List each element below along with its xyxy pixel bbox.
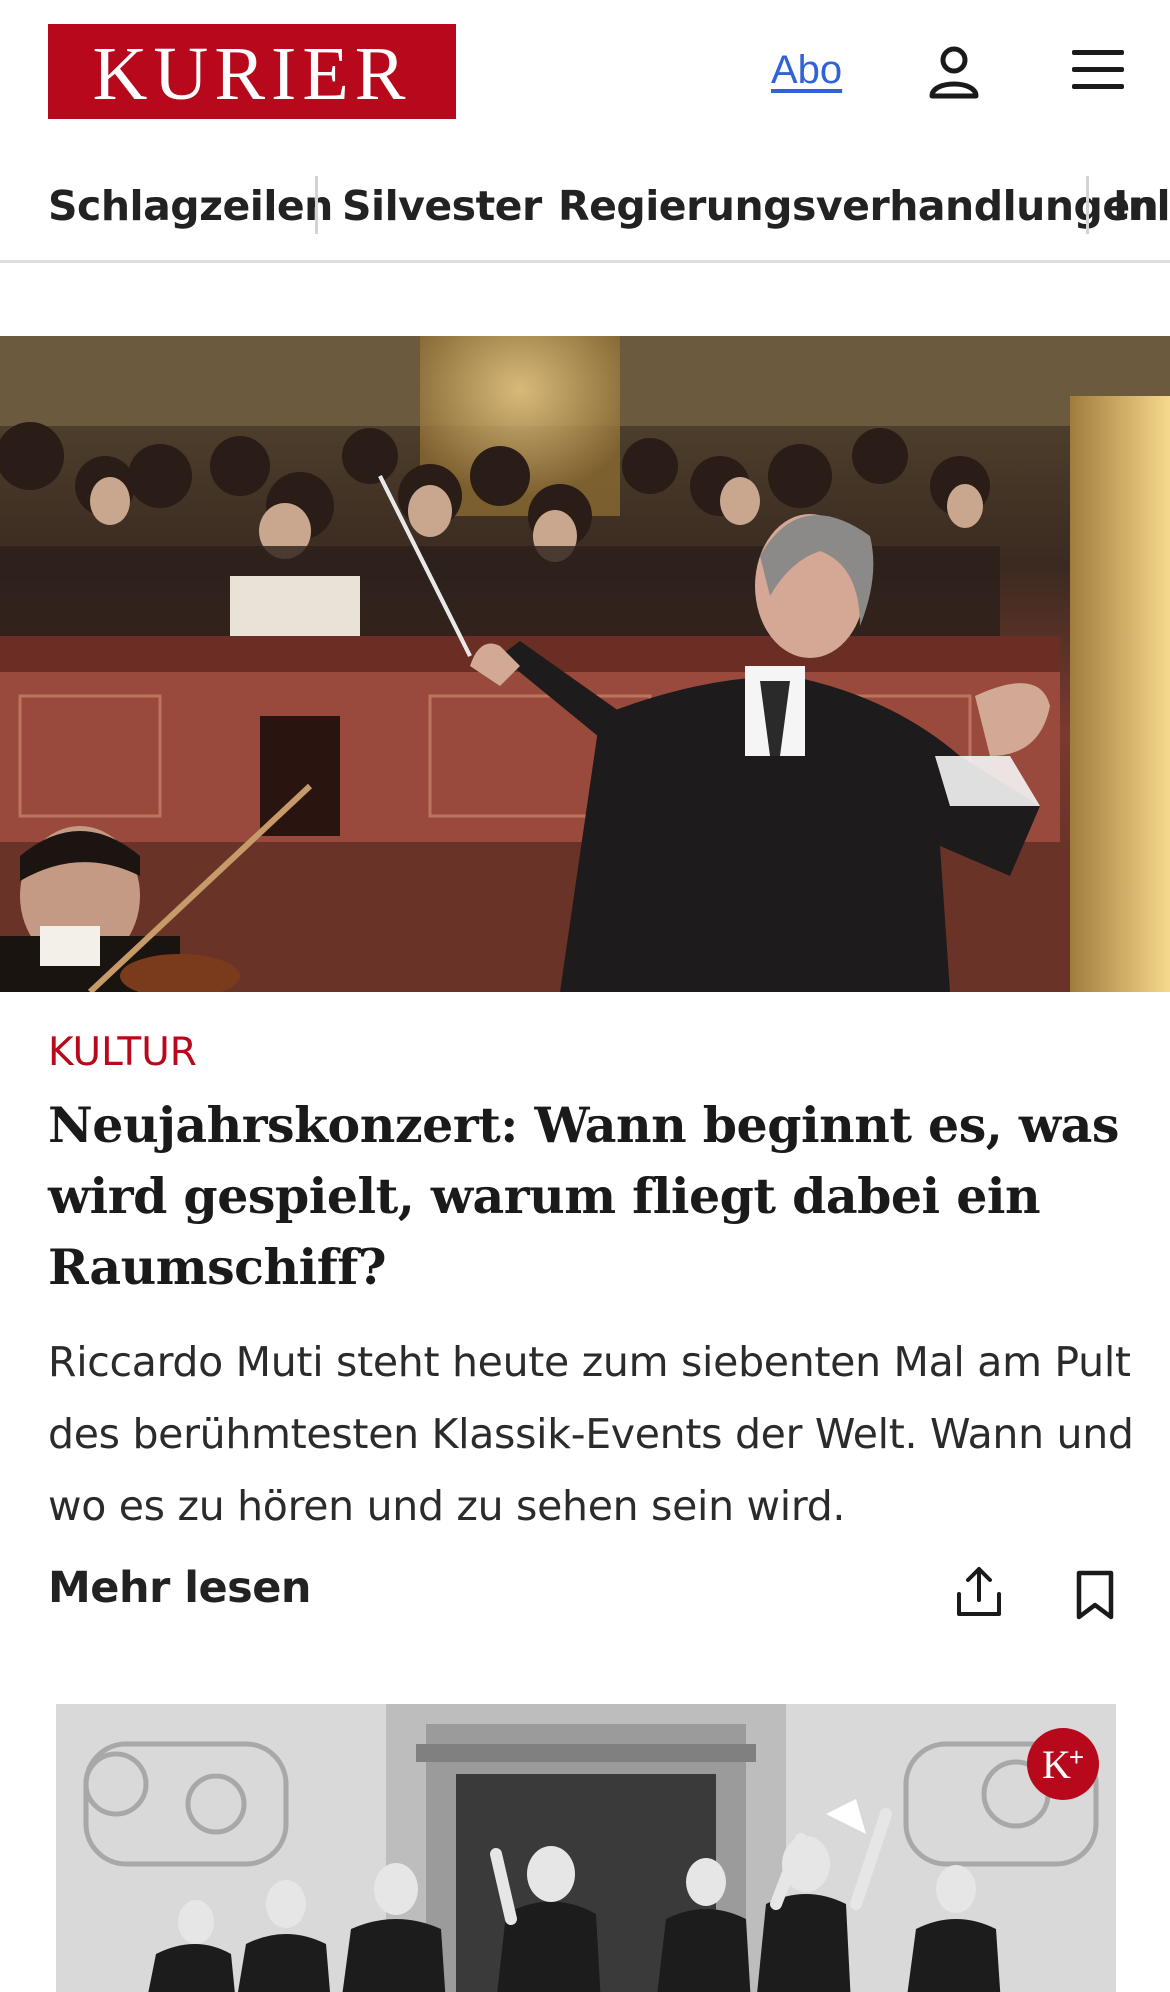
hero-image-conductor[interactable] <box>0 336 1170 992</box>
badge-letter: K <box>1041 1741 1071 1787</box>
nav-separator <box>315 176 318 234</box>
article-teaser: Riccardo Muti steht heute zum siebenten … <box>48 1338 1134 1530</box>
nav-divider <box>0 260 1170 263</box>
article-image-balcony[interactable] <box>56 1704 1116 1992</box>
badge-plus: + <box>1068 1741 1085 1772</box>
section-nav: Schlagzeilen Silvester Regierungsverhand… <box>0 170 1170 262</box>
kurier-logo[interactable]: KURIER <box>48 24 456 119</box>
site-header: KURIER Abo <box>0 0 1170 145</box>
user-icon[interactable] <box>926 44 982 100</box>
nav-item-regierungsverhandlungen[interactable]: Regierungsverhandlungen <box>558 182 1159 230</box>
menu-icon[interactable] <box>1072 48 1124 92</box>
article-category[interactable]: KULTUR <box>48 1030 197 1075</box>
bookmark-icon[interactable] <box>1074 1570 1116 1620</box>
share-icon[interactable] <box>956 1566 1002 1618</box>
kurier-plus-badge: K + <box>1027 1728 1099 1800</box>
nav-item-silvester[interactable]: Silvester <box>342 182 542 230</box>
read-more-link[interactable]: Mehr lesen <box>48 1563 312 1613</box>
abo-link[interactable]: Abo <box>771 48 842 93</box>
nav-item-schlagzeilen[interactable]: Schlagzeilen <box>48 182 333 230</box>
logo-text: KURIER <box>92 31 412 116</box>
nav-item-inland[interactable]: Inla <box>1113 182 1170 230</box>
article-headline[interactable]: Neujahrskonzert: Wann beginnt es, was wi… <box>48 1090 1128 1303</box>
nav-separator <box>1086 176 1089 234</box>
